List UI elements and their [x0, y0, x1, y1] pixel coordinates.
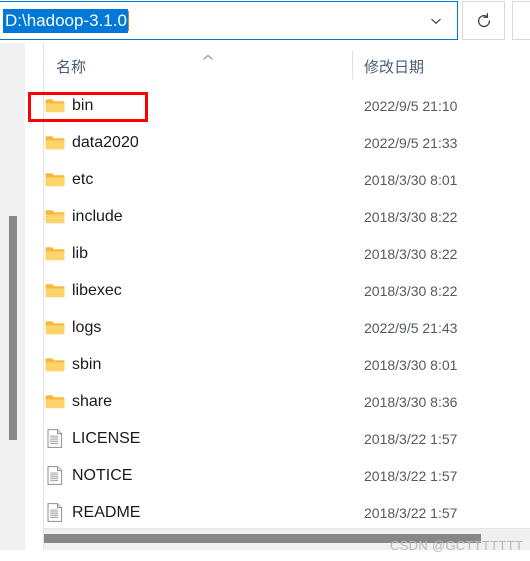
search-input[interactable] [512, 1, 530, 40]
file-date-modified: 2018/3/22 1:57 [364, 430, 458, 447]
folder-icon [44, 355, 66, 375]
file-date-modified: 2018/3/30 8:01 [364, 171, 458, 188]
column-header-date-modified[interactable]: 修改日期 [364, 56, 424, 77]
address-input[interactable]: D:\hadoop-3.1.0 [3, 9, 128, 33]
file-row[interactable]: share 2018/3/30 8:36 [44, 383, 530, 420]
file-row[interactable]: libexec 2018/3/30 8:22 [44, 272, 530, 309]
text-cursor [127, 11, 129, 31]
file-row[interactable]: NOTICE 2018/3/22 1:57 [44, 457, 530, 494]
file-name[interactable]: README [72, 504, 140, 522]
column-divider[interactable] [352, 51, 353, 79]
file-name[interactable]: logs [72, 319, 101, 337]
file-list: bin 2022/9/5 21:10 data2020 2022/9/5 21:33 e… [44, 87, 530, 528]
file-date-modified: 2018/3/22 1:57 [364, 467, 458, 484]
file-row[interactable]: README 2018/3/22 1:57 [44, 494, 530, 531]
file-row[interactable]: sbin 2018/3/30 8:01 [44, 346, 530, 383]
file-date-modified: 2022/9/5 21:43 [364, 319, 458, 336]
folder-icon [44, 318, 66, 338]
file-row[interactable]: bin 2022/9/5 21:10 [44, 87, 530, 124]
file-row[interactable]: etc 2018/3/30 8:01 [44, 161, 530, 198]
folder-icon [44, 207, 66, 227]
file-date-modified: 2018/3/30 8:22 [364, 245, 458, 262]
folder-icon [44, 244, 66, 264]
folder-icon [44, 133, 66, 153]
file-name[interactable]: sbin [72, 356, 101, 374]
refresh-button[interactable] [462, 1, 505, 40]
folder-icon [44, 170, 66, 190]
navigation-pane-edge [25, 43, 44, 550]
file-name[interactable]: lib [72, 245, 88, 263]
column-header-bar: 名称 修改日期 [44, 43, 530, 88]
chevron-down-icon[interactable] [429, 14, 443, 28]
document-icon [44, 429, 66, 449]
vertical-scrollbar-thumb[interactable] [9, 216, 17, 440]
sort-ascending-caret-icon [202, 49, 214, 60]
folder-icon [44, 281, 66, 301]
file-name[interactable]: data2020 [72, 134, 139, 152]
file-date-modified: 2018/3/30 8:22 [364, 282, 458, 299]
column-header-name[interactable]: 名称 [56, 56, 86, 77]
file-name[interactable]: etc [72, 171, 93, 189]
address-bar-row: D:\hadoop-3.1.0 [0, 0, 530, 42]
file-row[interactable]: LICENSE 2018/3/22 1:57 [44, 420, 530, 457]
file-name[interactable]: share [72, 393, 112, 411]
document-icon [44, 503, 66, 523]
folder-icon [44, 96, 66, 116]
file-row[interactable]: logs 2022/9/5 21:43 [44, 309, 530, 346]
file-date-modified: 2018/3/30 8:36 [364, 393, 458, 410]
file-explorer-window: D:\hadoop-3.1.0 名称 修改日期 bin 2022/9/5 21:… [0, 0, 530, 561]
file-date-modified: 2018/3/30 8:22 [364, 208, 458, 225]
vertical-scrollbar[interactable] [0, 43, 26, 550]
watermark: CSDN @GCTTTTTTT [390, 538, 524, 553]
file-date-modified: 2018/3/22 1:57 [364, 504, 458, 521]
refresh-icon [477, 12, 490, 27]
file-name[interactable]: NOTICE [72, 467, 132, 485]
file-date-modified: 2022/9/5 21:33 [364, 134, 458, 151]
file-name[interactable]: libexec [72, 282, 122, 300]
address-text-wrapper: D:\hadoop-3.1.0 [3, 9, 129, 33]
file-name[interactable]: include [72, 208, 123, 226]
file-row[interactable]: data2020 2022/9/5 21:33 [44, 124, 530, 161]
folder-icon [44, 392, 66, 412]
address-bar[interactable]: D:\hadoop-3.1.0 [0, 1, 458, 40]
file-date-modified: 2018/3/30 8:01 [364, 356, 458, 373]
file-date-modified: 2022/9/5 21:10 [364, 97, 458, 114]
file-name[interactable]: bin [72, 97, 93, 115]
file-row[interactable]: lib 2018/3/30 8:22 [44, 235, 530, 272]
file-name[interactable]: LICENSE [72, 430, 140, 448]
file-row[interactable]: include 2018/3/30 8:22 [44, 198, 530, 235]
document-icon [44, 466, 66, 486]
